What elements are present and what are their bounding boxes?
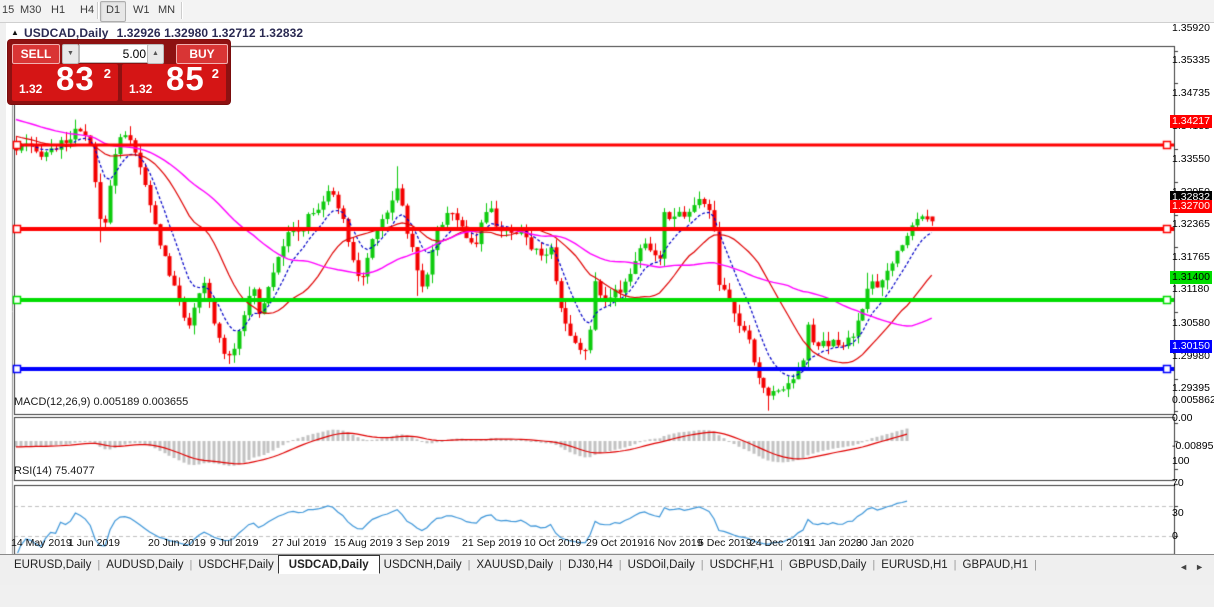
level-price-tag-1.30150: 1.30150 bbox=[1170, 340, 1212, 353]
toolbar-separator bbox=[181, 2, 182, 19]
tab-dj30-h4[interactable]: DJ30,H4 bbox=[564, 555, 617, 571]
sell-price-sup: 2 bbox=[103, 66, 111, 81]
tab-separator: | bbox=[189, 559, 193, 571]
symbol-tab-bar: EURUSD,Daily | AUDUSD,Daily | USDCHF,Daily US… bbox=[0, 554, 1214, 585]
price-axis-tick: 1.31180 bbox=[1172, 283, 1210, 296]
timeframe-button-m30[interactable]: M30 bbox=[15, 1, 46, 20]
level-price-tag-1.32700: 1.32700 bbox=[1170, 200, 1212, 213]
timeframe-button-w1[interactable]: W1 bbox=[128, 1, 155, 20]
date-axis-label: 14 May 2019 bbox=[11, 537, 72, 549]
price-axis-tick: 1.33550 bbox=[1172, 152, 1210, 165]
tab-separator: | bbox=[953, 559, 957, 571]
tab-usdcnh-daily[interactable]: USDCNH,Daily bbox=[380, 555, 466, 571]
tab-usdchf-daily[interactable]: USDCHF,Daily bbox=[194, 555, 277, 571]
tab-eurusd-daily[interactable]: EURUSD,Daily bbox=[10, 555, 95, 571]
tab-separator: | bbox=[467, 559, 471, 571]
timeframe-toolbar: 15 M30 H1 H4 D1 W1 MN bbox=[0, 0, 1214, 23]
tab-separator: | bbox=[780, 559, 783, 571]
timeframe-button-h4[interactable]: H4 bbox=[75, 1, 99, 20]
sell-price-big: 83 bbox=[56, 60, 95, 97]
tab-separator: | bbox=[618, 559, 622, 571]
buy-price-sup: 2 bbox=[211, 66, 219, 81]
buy-price-button[interactable]: 1.32 85 2 bbox=[122, 60, 226, 101]
tab-eurusd-h1[interactable]: EURUSD,H1 bbox=[877, 555, 951, 571]
macd-axis-tick: 0.00 bbox=[1172, 412, 1193, 424]
price-axis-tick: 1.35335 bbox=[1172, 54, 1210, 67]
tab-usdoil-daily[interactable]: USDOil,Daily bbox=[624, 555, 699, 571]
date-axis-label: 3 Sep 2019 bbox=[396, 537, 450, 549]
rsi-axis-tick: 0 bbox=[1172, 529, 1178, 542]
tab-usdchf-h1[interactable]: USDCHF,H1 bbox=[706, 555, 779, 571]
price-axis-tick: 1.34735 bbox=[1172, 87, 1210, 100]
date-axis-label: 9 Jul 2019 bbox=[210, 537, 259, 549]
tab-gbpaud-h1[interactable]: GBPAUD,H1 bbox=[959, 555, 1033, 571]
rsi-axis-tick: 30 bbox=[1172, 507, 1184, 519]
rsi-axis-tick: 100 bbox=[1172, 454, 1190, 467]
date-axis-label: 24 Dec 2019 bbox=[750, 537, 810, 549]
timeframe-button-d1[interactable]: D1 bbox=[100, 1, 127, 22]
symbol-header: USDCAD,Daily 1.32926 1.32980 1.32712 1.32… bbox=[24, 26, 303, 40]
sell-button[interactable]: SELL bbox=[12, 44, 60, 64]
buy-price-prefix: 1.32 bbox=[129, 82, 153, 96]
date-axis-label: 30 Jan 2020 bbox=[856, 537, 914, 549]
date-axis-label: 29 Oct 2019 bbox=[586, 537, 644, 549]
price-axis-tick: 1.31765 bbox=[1172, 251, 1210, 264]
chart-canvas[interactable] bbox=[6, 23, 1214, 607]
price-axis-tick: 1.29395 bbox=[1172, 381, 1210, 394]
macd-axis-tick: 0.005862 bbox=[1172, 393, 1214, 406]
buy-price-big: 85 bbox=[166, 60, 205, 97]
tab-xauusd-daily[interactable]: XAUUSD,Daily bbox=[472, 555, 557, 571]
ohlc-values: 1.32926 1.32980 1.32712 1.32832 bbox=[116, 26, 304, 40]
tab-separator: | bbox=[97, 559, 101, 571]
date-axis-label: 16 Nov 2019 bbox=[643, 537, 703, 549]
tab-gbpusd-daily[interactable]: GBPUSD,Daily bbox=[785, 555, 870, 571]
date-axis-label: 10 Oct 2019 bbox=[524, 537, 582, 549]
sell-price-button[interactable]: 1.32 83 2 bbox=[12, 60, 118, 101]
toolbar-separator bbox=[97, 2, 98, 19]
spinner-up-icon: ▲ bbox=[152, 50, 159, 57]
volume-increase-button[interactable]: ▲ bbox=[147, 44, 164, 64]
price-axis-tick: 1.35920 bbox=[1172, 22, 1210, 34]
tab-audusd-daily[interactable]: AUDUSD,Daily bbox=[102, 555, 187, 571]
date-axis-label: 27 Jul 2019 bbox=[272, 537, 327, 549]
price-axis-tick: 1.30580 bbox=[1172, 316, 1210, 329]
date-axis-label: 20 Jun 2019 bbox=[148, 537, 206, 549]
date-axis-label: 1 Jun 2019 bbox=[68, 537, 120, 549]
rsi-axis-tick: 70 bbox=[1172, 477, 1184, 489]
date-axis-label: 11 Jan 2020 bbox=[805, 537, 863, 549]
level-price-tag-1.31400: 1.31400 bbox=[1170, 271, 1212, 284]
one-click-trade-panel: SELL ▼ ▲ BUY 1.32 83 2 1.32 85 2 bbox=[8, 40, 230, 104]
macd-axis-tick: -0.008955 bbox=[1172, 439, 1214, 452]
timeframe-button-h1[interactable]: H1 bbox=[46, 1, 70, 20]
tabs-scroll-right-button[interactable]: ► bbox=[1191, 560, 1208, 574]
date-axis-label: 15 Aug 2019 bbox=[334, 537, 393, 549]
tab-separator: | bbox=[559, 559, 563, 571]
mt4-terminal: { "toolbar": { "timeframes": [ {"label":… bbox=[0, 0, 1214, 607]
price-axis-tick: 1.32365 bbox=[1172, 218, 1210, 231]
macd-label: MACD(12,26,9) 0.005189 0.003655 bbox=[14, 396, 189, 408]
date-axis-label: 21 Sep 2019 bbox=[462, 537, 522, 549]
tabs-scroll-left-button[interactable]: ◄ bbox=[1175, 560, 1192, 574]
timeframe-button-mn[interactable]: MN bbox=[153, 1, 180, 20]
tab-usdcad-daily[interactable]: USDCAD,Daily bbox=[277, 555, 380, 574]
tab-separator: | bbox=[700, 559, 704, 571]
symbol-name: USDCAD,Daily bbox=[24, 26, 109, 40]
level-price-tag-1.34217: 1.34217 bbox=[1170, 115, 1212, 128]
tab-separator: | bbox=[1034, 559, 1037, 571]
spinner-down-icon: ▼ bbox=[67, 50, 74, 57]
date-axis-label: 5 Dec 2019 bbox=[698, 537, 752, 549]
rsi-label: RSI(14) 75.4077 bbox=[14, 465, 95, 477]
sell-price-prefix: 1.32 bbox=[19, 82, 43, 96]
tab-separator: | bbox=[872, 559, 876, 571]
collapse-panel-icon[interactable]: ▲ bbox=[11, 28, 19, 37]
